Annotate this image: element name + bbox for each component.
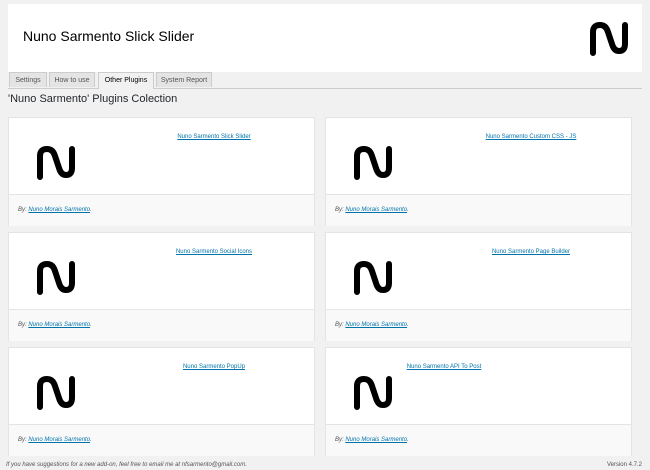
plugin-author: By: Nuno Morais Sarmento. [335,437,409,443]
ns-logo-icon [37,376,75,410]
card-footer: By: Nuno Morais Sarmento. [326,424,631,456]
plugin-link[interactable]: Nuno Sarmento Slick Slider [124,134,304,140]
plugin-link[interactable]: Nuno Sarmento Page Builder [441,249,621,255]
plugin-link[interactable]: Nuno Sarmento Social Icons [124,249,304,255]
ns-logo-icon [354,146,392,180]
author-link[interactable]: Nuno Morais Sarmento [28,437,90,443]
tab-how-to-use[interactable]: How to use [49,72,95,87]
plugin-author: By: Nuno Morais Sarmento. [18,322,92,328]
ns-logo-icon [354,261,392,295]
plugin-author: By: Nuno Morais Sarmento. [335,322,409,328]
author-link[interactable]: Nuno Morais Sarmento [345,322,407,328]
plugin-card: Nuno Sarmento API To Post By: Nuno Morai… [325,347,632,456]
author-suffix: . [90,437,92,443]
author-link[interactable]: Nuno Morais Sarmento [28,322,90,328]
author-prefix: By: [335,207,344,213]
plugin-link[interactable]: Nuno Sarmento PopUp [124,364,304,370]
card-footer: By: Nuno Morais Sarmento. [326,194,631,226]
page-title: Nuno Sarmento Slick Slider [23,28,195,44]
plugin-link[interactable]: Nuno Sarmento API To Post [354,364,534,370]
plugin-card: Nuno Sarmento Slick Slider By: Nuno Mora… [8,117,315,226]
author-suffix: . [407,437,409,443]
section-title: 'Nuno Sarmento' Plugins Colection [8,93,178,105]
plugin-author: By: Nuno Morais Sarmento. [18,437,92,443]
tab-bar: Settings How to use Other Plugins System… [8,70,642,89]
card-footer: By: Nuno Morais Sarmento. [9,309,314,341]
author-prefix: By: [18,322,27,328]
ns-logo-icon [590,22,628,56]
author-suffix: . [90,207,92,213]
author-prefix: By: [335,322,344,328]
card-footer: By: Nuno Morais Sarmento. [326,309,631,341]
ns-logo-icon [37,146,75,180]
version-label: Version 4.7.2 [606,462,642,468]
ns-logo-icon [354,376,392,410]
author-link[interactable]: Nuno Morais Sarmento [345,207,407,213]
plugin-card: Nuno Sarmento PopUp By: Nuno Morais Sarm… [8,347,315,456]
author-suffix: . [407,207,409,213]
author-link[interactable]: Nuno Morais Sarmento [28,207,90,213]
plugin-card: Nuno Sarmento Page Builder By: Nuno Mora… [325,232,632,341]
plugin-card: Nuno Sarmento Social Icons By: Nuno Mora… [8,232,315,341]
tab-settings[interactable]: Settings [9,72,47,87]
plugin-author: By: Nuno Morais Sarmento. [335,207,409,213]
plugin-card: Nuno Sarmento Custom CSS - JS By: Nuno M… [325,117,632,226]
tab-system-report[interactable]: System Report [156,72,212,87]
author-suffix: . [90,322,92,328]
plugin-author: By: Nuno Morais Sarmento. [18,207,92,213]
author-prefix: By: [18,207,27,213]
author-prefix: By: [18,437,27,443]
footer-suggestion-text: If you have suggestions for a new add-on… [6,462,247,468]
ns-logo-icon [37,261,75,295]
author-suffix: . [407,322,409,328]
page-header: Nuno Sarmento Slick Slider [8,4,642,72]
author-link[interactable]: Nuno Morais Sarmento [345,437,407,443]
author-prefix: By: [335,437,344,443]
plugin-link[interactable]: Nuno Sarmento Custom CSS - JS [441,134,621,140]
tab-other-plugins[interactable]: Other Plugins [98,72,154,89]
card-footer: By: Nuno Morais Sarmento. [9,194,314,226]
card-footer: By: Nuno Morais Sarmento. [9,424,314,456]
